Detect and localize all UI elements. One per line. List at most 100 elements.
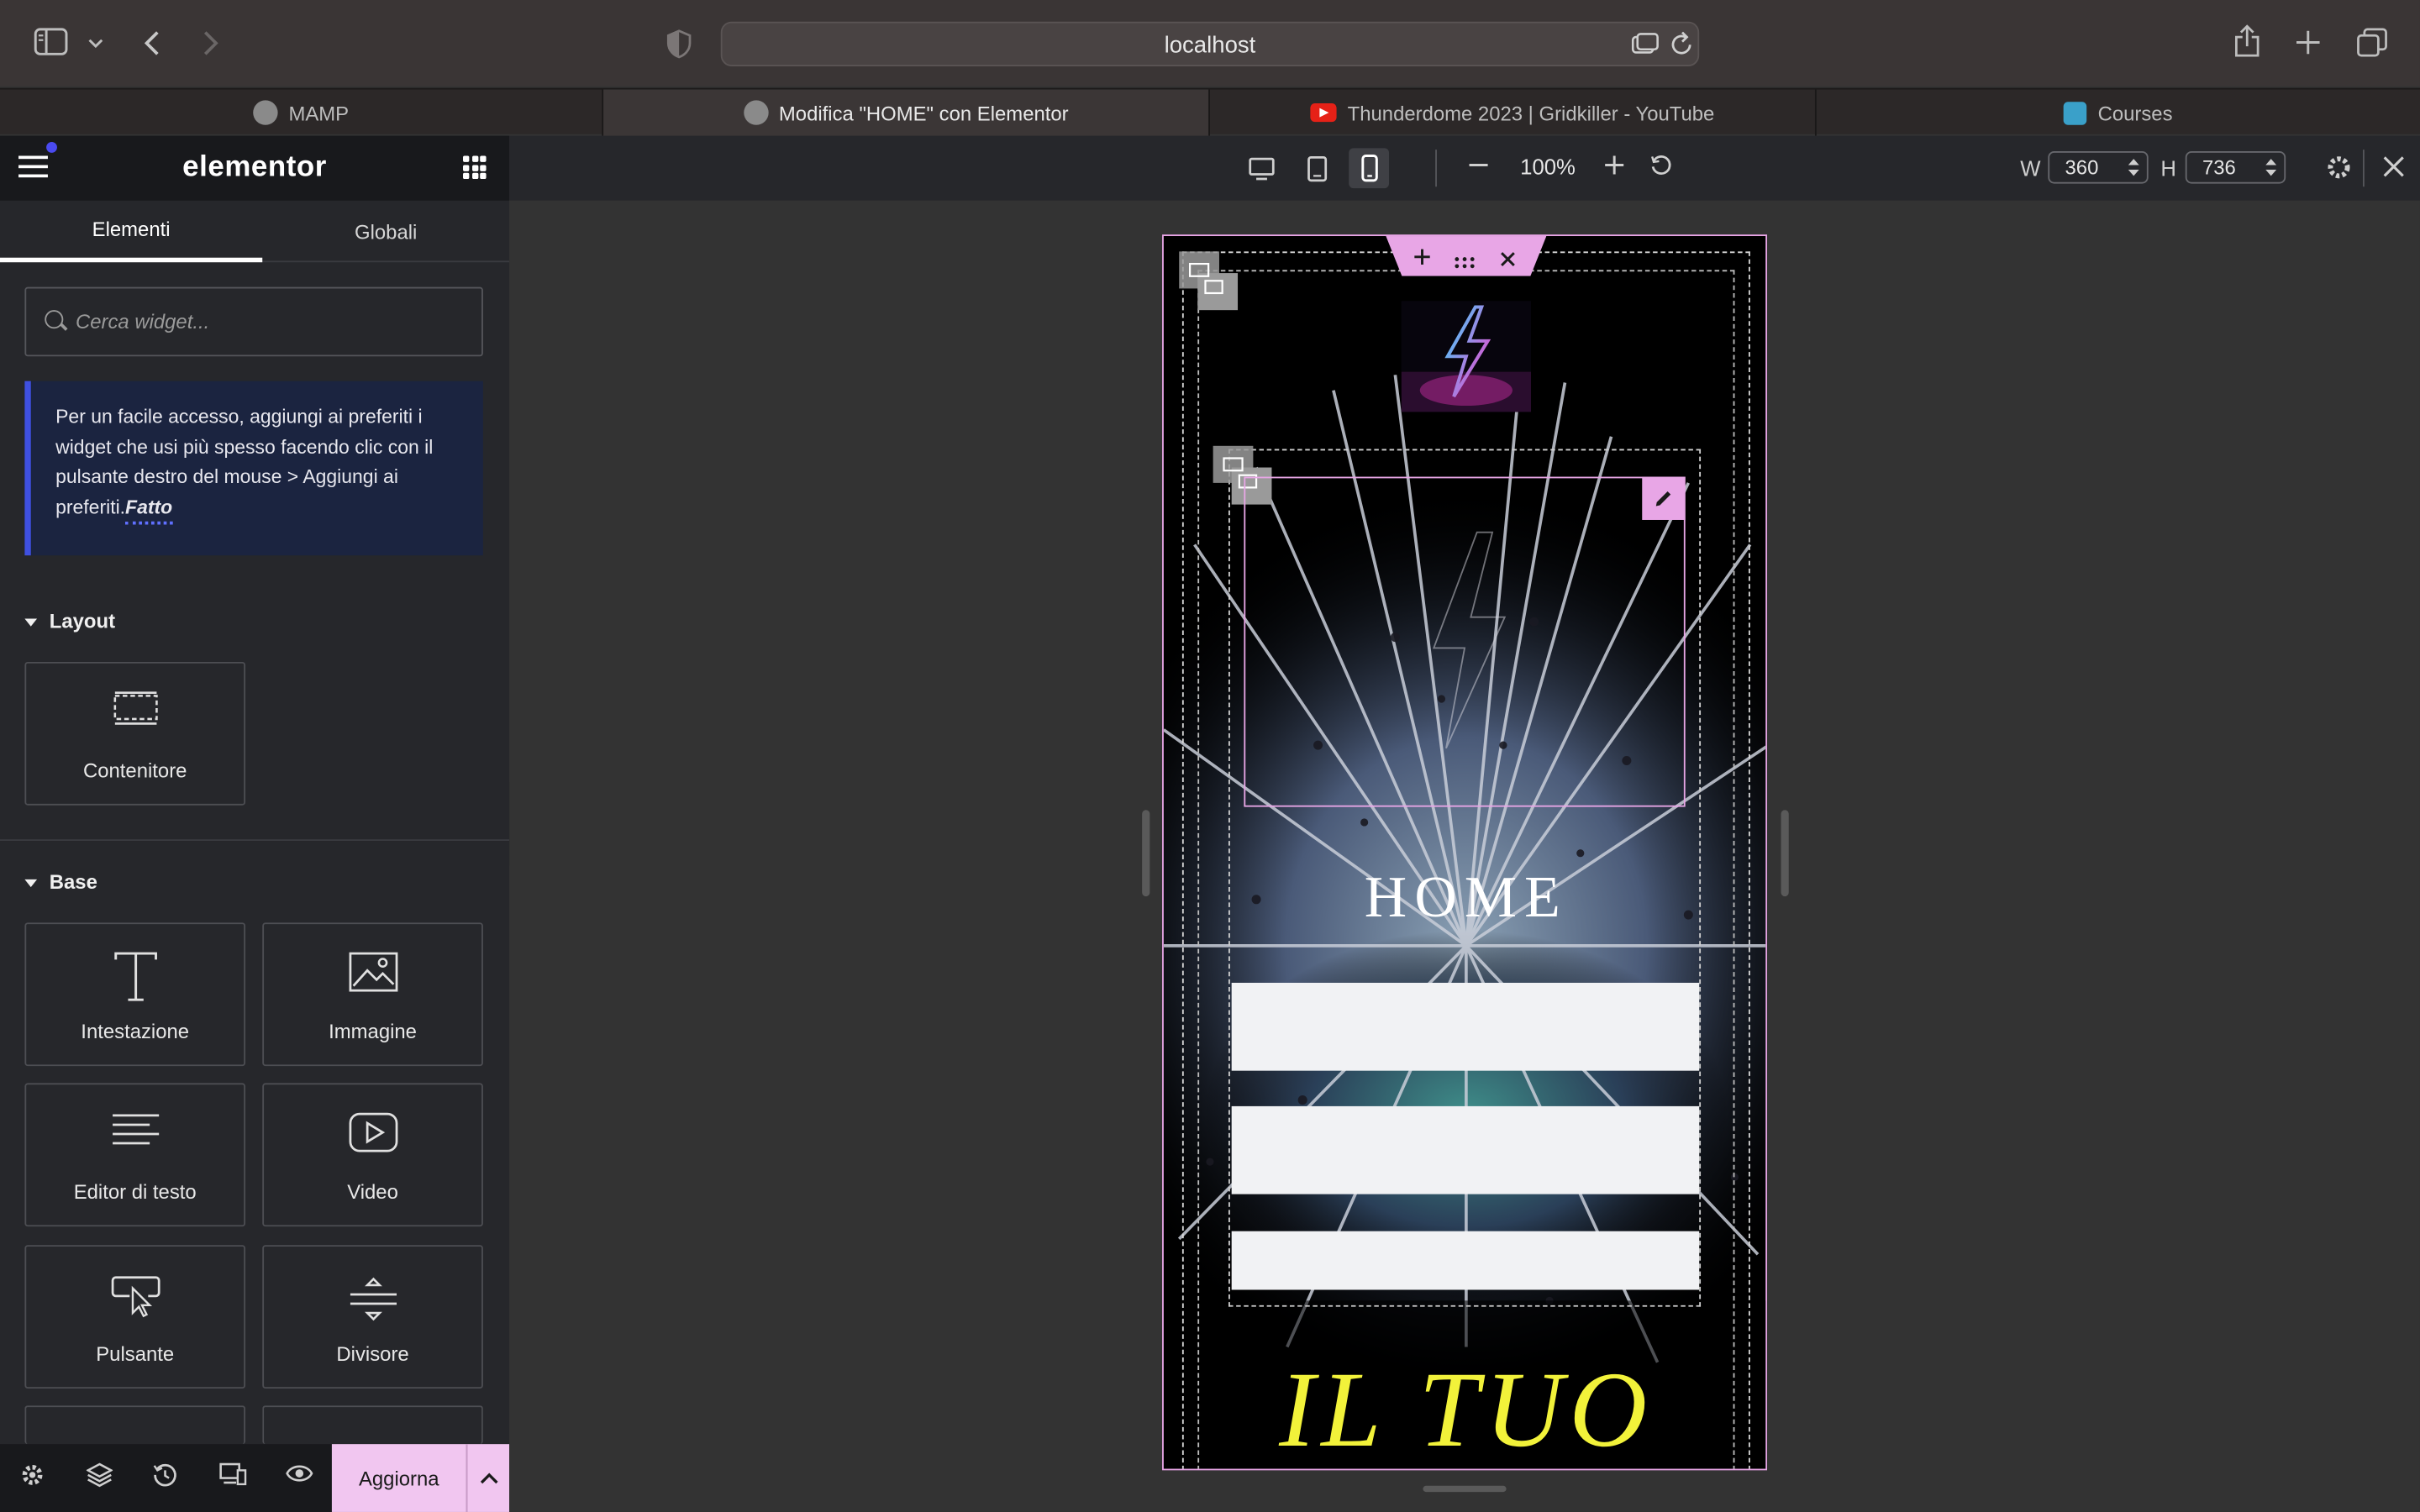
widgets-grid-icon[interactable] bbox=[463, 155, 487, 180]
favorites-notice: Per un facile accesso, aggiungi ai prefe… bbox=[24, 381, 483, 556]
panel-footer: Aggiorna bbox=[0, 1444, 510, 1512]
resize-handle-bottom[interactable] bbox=[1423, 1485, 1507, 1493]
section-layout[interactable]: Layout bbox=[24, 609, 115, 633]
forward-icon[interactable] bbox=[203, 29, 221, 63]
courses-favicon-icon bbox=[2064, 101, 2087, 124]
neon-lightning-logo bbox=[1401, 301, 1532, 412]
back-icon[interactable] bbox=[142, 29, 160, 63]
close-icon[interactable] bbox=[1500, 247, 1515, 275]
height-value: 736 bbox=[2202, 155, 2236, 180]
text-editor-icon bbox=[110, 1112, 160, 1154]
mobile-device-button[interactable] bbox=[1349, 148, 1390, 189]
tab-label: Modifica "HOME" con Elementor bbox=[778, 101, 1069, 124]
widget-text-editor[interactable]: Editor di testo bbox=[24, 1083, 246, 1227]
privacy-shield-icon[interactable] bbox=[666, 29, 692, 65]
desktop-icon bbox=[1248, 156, 1274, 180]
publish-options-button[interactable] bbox=[466, 1444, 510, 1512]
reader-icon[interactable] bbox=[1631, 33, 1659, 64]
elementor-panel: elementor Elementi Globali Cerca widget.… bbox=[0, 135, 510, 1512]
tab-courses[interactable]: Courses bbox=[1817, 90, 2420, 136]
stepper-icon[interactable] bbox=[2264, 156, 2278, 180]
tab-label: Courses bbox=[2097, 101, 2173, 124]
widget-button[interactable]: Pulsante bbox=[24, 1245, 246, 1389]
widget-video[interactable]: Video bbox=[262, 1083, 483, 1227]
tab-label: Thunderdome 2023 | Gridkiller - YouTube bbox=[1347, 101, 1715, 124]
zoom-level: 100% bbox=[1520, 154, 1576, 180]
tab-elements[interactable]: Elementi bbox=[0, 201, 263, 263]
tablet-device-button[interactable] bbox=[1297, 148, 1337, 188]
width-value: 360 bbox=[2065, 155, 2099, 180]
tab-label: MAMP bbox=[288, 101, 350, 124]
form-field[interactable] bbox=[1231, 982, 1700, 1071]
widget-label: Pulsante bbox=[96, 1341, 175, 1366]
widget-label: Video bbox=[347, 1180, 398, 1204]
layers-icon[interactable] bbox=[85, 1462, 113, 1495]
widget-container[interactable]: Contenitore bbox=[24, 661, 246, 806]
tab-bar: MAMP Modifica "HOME" con Elementor Thund… bbox=[0, 87, 2420, 136]
widget-image[interactable]: Immagine bbox=[262, 922, 483, 1067]
page-heading[interactable]: HOME bbox=[1164, 864, 1765, 932]
divider bbox=[0, 839, 510, 842]
section-base[interactable]: Base bbox=[24, 870, 97, 894]
form-field[interactable] bbox=[1231, 1231, 1700, 1290]
chevron-down-icon[interactable] bbox=[88, 29, 103, 60]
settings-icon[interactable] bbox=[20, 1462, 45, 1495]
image-icon bbox=[348, 952, 397, 1000]
tab-overview-icon[interactable] bbox=[2357, 28, 2388, 63]
toolbar-separator bbox=[2362, 150, 2365, 187]
widget-heading[interactable]: Intestazione bbox=[24, 922, 246, 1067]
zoom-out-icon[interactable] bbox=[1468, 155, 1490, 182]
address-bar[interactable]: localhost bbox=[720, 21, 1700, 66]
update-button[interactable]: Aggiorna bbox=[331, 1444, 466, 1512]
panel-tabs: Elementi Globali bbox=[0, 201, 510, 263]
headline-text[interactable]: IL TUO bbox=[1164, 1350, 1765, 1469]
notice-dismiss-link[interactable]: Fatto bbox=[125, 496, 173, 524]
lightning-bolt-icon bbox=[1401, 305, 1532, 412]
resize-handle-left[interactable] bbox=[1142, 810, 1150, 897]
share-icon[interactable] bbox=[2233, 24, 2261, 65]
height-label: H bbox=[2160, 155, 2176, 181]
browser-toolbar: localhost bbox=[0, 0, 2420, 87]
divider-icon bbox=[348, 1274, 397, 1331]
gear-icon[interactable] bbox=[2326, 155, 2352, 187]
drag-icon[interactable] bbox=[1454, 249, 1476, 276]
tablet-icon bbox=[1307, 155, 1327, 181]
heading-t-icon bbox=[112, 952, 158, 1009]
youtube-favicon-icon bbox=[1310, 103, 1337, 123]
sidebar-toggle-icon[interactable] bbox=[34, 28, 68, 61]
chevron-up-icon bbox=[479, 1473, 497, 1484]
resize-handle-right[interactable] bbox=[1781, 810, 1789, 897]
mobile-preview-frame: HOME IL TUO bbox=[1162, 234, 1768, 1471]
preview-eye-icon[interactable] bbox=[286, 1462, 313, 1492]
widget-label: Immagine bbox=[329, 1020, 417, 1043]
history-icon[interactable] bbox=[153, 1462, 177, 1495]
selected-image-widget[interactable] bbox=[1244, 476, 1686, 807]
widget-partial[interactable] bbox=[262, 1405, 483, 1445]
width-input[interactable]: 360 bbox=[2048, 150, 2149, 184]
stepper-icon[interactable] bbox=[2127, 156, 2141, 180]
responsive-icon[interactable] bbox=[219, 1462, 247, 1494]
widget-divider[interactable]: Divisore bbox=[262, 1245, 483, 1389]
button-cursor-icon bbox=[110, 1274, 160, 1326]
tab-globals[interactable]: Globali bbox=[255, 201, 517, 262]
add-icon[interactable] bbox=[1413, 245, 1430, 273]
tab-elementor[interactable]: Modifica "HOME" con Elementor bbox=[603, 89, 1210, 136]
desktop-device-button[interactable] bbox=[1241, 148, 1281, 188]
edit-widget-button[interactable] bbox=[1642, 476, 1686, 520]
widget-partial[interactable] bbox=[24, 1405, 246, 1445]
new-tab-icon[interactable] bbox=[2295, 29, 2321, 62]
tab-youtube[interactable]: Thunderdome 2023 | Gridkiller - YouTube bbox=[1210, 89, 1817, 136]
search-icon bbox=[45, 310, 64, 329]
faint-lightning-icon bbox=[1432, 531, 1507, 749]
container-handle[interactable] bbox=[1179, 251, 1239, 311]
search-placeholder: Cerca widget... bbox=[75, 310, 210, 333]
reset-zoom-icon[interactable] bbox=[1649, 155, 1673, 184]
tab-mamp[interactable]: MAMP bbox=[0, 89, 604, 136]
widget-search-input[interactable]: Cerca widget... bbox=[24, 286, 483, 357]
form-field[interactable] bbox=[1231, 1105, 1700, 1194]
zoom-in-icon[interactable] bbox=[1603, 155, 1625, 182]
widget-label: Editor di testo bbox=[73, 1180, 197, 1204]
height-input[interactable]: 736 bbox=[2185, 150, 2286, 184]
close-icon[interactable] bbox=[2383, 156, 2405, 184]
reload-icon[interactable] bbox=[1670, 31, 1694, 65]
